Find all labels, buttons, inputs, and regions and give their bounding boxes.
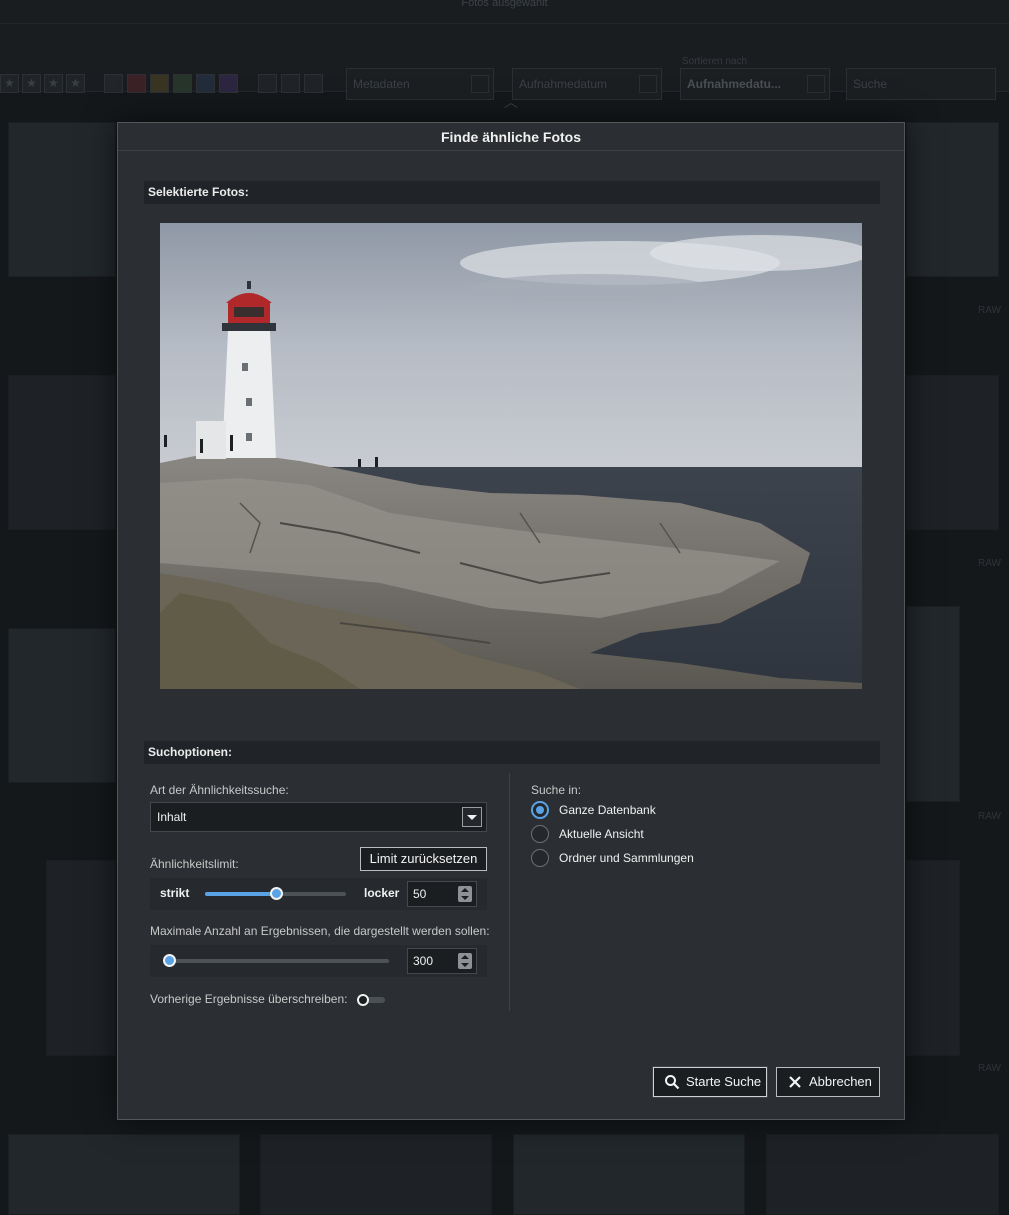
column-divider xyxy=(509,773,510,1011)
background-filter-toolbar: ★ ★ ★ ★ Metadaten Aufnahmedatum Sortiere… xyxy=(0,24,1009,100)
similarity-type-select[interactable]: Inhalt xyxy=(150,802,487,832)
raw-badge: RAW xyxy=(978,1063,1001,1074)
background-topbar: Fotos ausgewählt xyxy=(0,0,1009,24)
slider-handle[interactable] xyxy=(163,954,176,967)
max-results-row: 300 xyxy=(150,945,487,977)
search-icon xyxy=(665,1075,680,1090)
color-red-swatch xyxy=(127,74,146,93)
sort-label: Sortieren nach xyxy=(682,56,748,67)
radio-button-checked[interactable] xyxy=(531,801,549,819)
overwrite-label: Vorherige Ergebnisse überschreiben: xyxy=(150,992,348,1006)
thumbnail xyxy=(906,860,960,1056)
background-search-input: Suche xyxy=(846,68,996,100)
max-results-value: 300 xyxy=(413,954,434,968)
close-icon xyxy=(789,1076,801,1088)
color-blue-swatch xyxy=(196,74,215,93)
reset-limit-button[interactable]: Limit zurücksetzen xyxy=(360,847,487,871)
date-select: Aufnahmedatum xyxy=(512,68,662,100)
metadata-select: Metadaten xyxy=(346,68,494,100)
chevron-down-icon xyxy=(807,75,825,93)
flag-icon xyxy=(281,74,300,93)
slider-fill xyxy=(205,892,276,896)
spin-arrows-icon[interactable] xyxy=(458,886,472,902)
search-in-label: Suche in: xyxy=(531,783,582,797)
toggle-knob xyxy=(357,994,369,1006)
thumbnail xyxy=(46,860,116,1056)
thumbnail xyxy=(513,1134,745,1215)
thumbnail xyxy=(906,606,960,802)
find-similar-dialog: Finde ähnliche Fotos Selektierte Fotos: xyxy=(117,122,905,1120)
thumbnail xyxy=(8,1134,240,1215)
thumbnail xyxy=(906,375,999,530)
search-options-header: Suchoptionen: xyxy=(144,741,880,764)
raw-badge: RAW xyxy=(978,811,1001,822)
star-icon: ★ xyxy=(44,74,63,93)
max-results-label: Maximale Anzahl an Ergebnissen, die darg… xyxy=(150,924,490,938)
raw-badge: RAW xyxy=(978,558,1001,569)
slider-handle[interactable] xyxy=(270,887,283,900)
dialog-title: Finde ähnliche Fotos xyxy=(118,123,904,151)
spin-arrows-icon[interactable] xyxy=(458,953,472,969)
similarity-type-label: Art der Ähnlichkeitssuche: xyxy=(150,783,289,797)
flag-filter xyxy=(258,74,323,93)
star-icon: ★ xyxy=(0,74,19,93)
color-green-swatch xyxy=(173,74,192,93)
selected-count-text: Fotos ausgewählt xyxy=(461,0,548,9)
chevron-down-icon[interactable] xyxy=(462,807,482,827)
color-label-filter xyxy=(104,74,238,93)
max-results-slider[interactable] xyxy=(163,954,389,967)
thumbnail xyxy=(260,1134,492,1215)
collapse-caret-icon: ︿ xyxy=(504,94,518,110)
cancel-button[interactable]: Abbrechen xyxy=(776,1067,880,1097)
flag-icon xyxy=(258,74,277,93)
rating-filter: ★ ★ ★ ★ xyxy=(0,74,85,93)
chevron-down-icon xyxy=(471,75,489,93)
raw-badge: RAW xyxy=(978,305,1001,316)
thumbnail xyxy=(766,1134,999,1215)
thumbnail xyxy=(8,628,116,783)
max-results-spinbox[interactable]: 300 xyxy=(407,948,477,974)
slider-min-label: strikt xyxy=(160,886,190,900)
color-yellow-swatch xyxy=(150,74,169,93)
similarity-limit-label: Ähnlichkeitslimit: xyxy=(150,857,239,871)
similarity-limit-row: strikt locker 50 xyxy=(150,878,487,910)
thumbnail xyxy=(906,122,999,277)
thumbnail xyxy=(8,375,116,530)
selected-photo xyxy=(160,223,862,689)
flag-icon xyxy=(304,74,323,93)
selected-photos-header: Selektierte Fotos: xyxy=(144,181,880,204)
star-icon: ★ xyxy=(66,74,85,93)
similarity-limit-value: 50 xyxy=(413,887,427,901)
start-search-button[interactable]: Starte Suche xyxy=(653,1067,767,1097)
similarity-limit-spinbox[interactable]: 50 xyxy=(407,881,477,907)
color-none-swatch xyxy=(104,74,123,93)
sort-select: Aufnahmedatu... xyxy=(680,68,830,100)
similarity-type-value: Inhalt xyxy=(157,810,187,824)
lighthouse-photo-image xyxy=(160,223,862,689)
thumbnail xyxy=(8,122,116,277)
slider-max-label: locker xyxy=(364,886,400,900)
radio-button[interactable] xyxy=(531,849,549,867)
overwrite-toggle[interactable] xyxy=(357,994,385,1006)
similarity-limit-slider[interactable] xyxy=(205,887,346,900)
star-icon: ★ xyxy=(22,74,41,93)
chevron-down-icon xyxy=(639,75,657,93)
color-purple-swatch xyxy=(219,74,238,93)
radio-button[interactable] xyxy=(531,825,549,843)
